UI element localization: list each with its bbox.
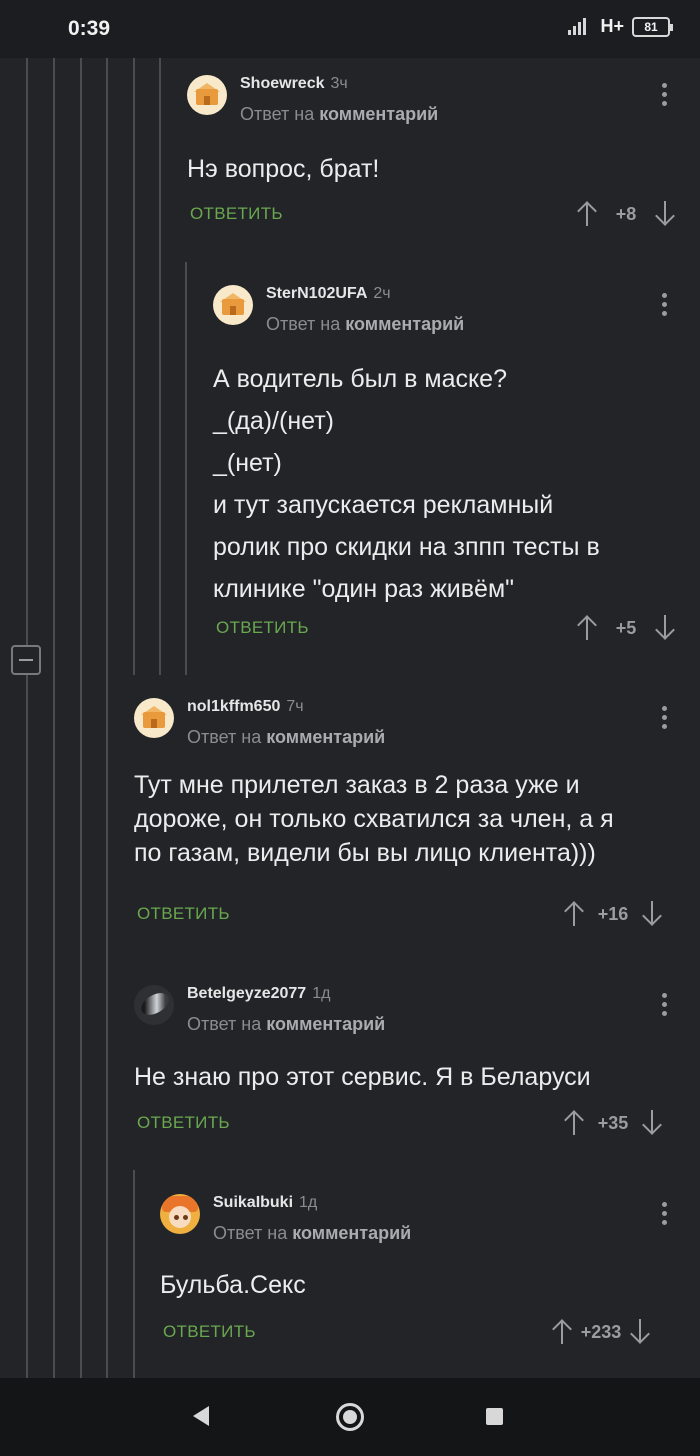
reply-to-line: Ответ на комментарий [240,104,439,124]
comment: Shoewreck 3ч Ответ на комментарий Нэ вопр… [187,75,687,235]
more-vertical-icon[interactable] [662,293,668,319]
avatar[interactable] [160,1194,200,1234]
vote-controls: +5 [575,615,677,641]
more-vertical-icon[interactable] [662,993,668,1019]
more-vertical-icon[interactable] [662,83,668,109]
reply-target-link[interactable]: комментарий [319,104,438,124]
thread-line[interactable] [133,1170,135,1378]
thread-line[interactable] [133,58,135,675]
arrow-down-icon[interactable] [640,901,664,927]
username[interactable]: Betelgeyze2077 1д [187,985,330,1003]
score: +5 [615,617,637,638]
arrow-down-icon[interactable] [653,201,677,227]
avatar[interactable] [187,75,227,115]
status-time: 0:39 [68,17,111,40]
vote-controls: +233 [550,1319,652,1345]
thread-line[interactable] [26,675,28,1378]
reply-button[interactable]: ОТВЕТИТЬ [137,1113,230,1133]
username[interactable]: Shoewreck 3ч [240,75,348,93]
reply-to-line: Ответ на комментарий [266,314,465,334]
username[interactable]: nol1kffm650 7ч [187,698,304,716]
comment-time: 1д [312,985,331,1002]
username[interactable]: SterN102UFA 2ч [266,285,391,303]
reply-target-link[interactable]: комментарий [345,314,464,334]
more-vertical-icon[interactable] [662,1202,668,1228]
score: +35 [597,1112,629,1133]
thread-line[interactable] [26,58,28,645]
avatar[interactable] [134,985,174,1025]
comment-text: Бульба.Секс [160,1271,306,1299]
reply-button[interactable]: ОТВЕТИТЬ [137,904,230,924]
reply-button[interactable]: ОТВЕТИТЬ [216,618,309,638]
thread-line[interactable] [185,262,187,675]
reply-target-link[interactable]: комментарий [266,727,385,747]
arrow-up-icon[interactable] [562,1110,586,1136]
recent-apps-icon[interactable] [486,1408,503,1425]
arrow-up-icon[interactable] [575,615,599,641]
arrow-down-icon[interactable] [653,615,677,641]
comment-text: А водитель был в маске? _(да)/(нет) _(не… [213,365,600,603]
comment-time: 7ч [286,698,304,715]
score: +16 [597,903,629,924]
comment: Betelgeyze2077 1д Ответ на комментарий Не… [134,985,687,1145]
vote-controls: +35 [562,1110,664,1136]
thread-line[interactable] [159,58,161,675]
status-indicators: H+ 81 [568,16,673,37]
reply-button[interactable]: ОТВЕТИТЬ [163,1322,256,1342]
status-bar: 0:39 H+ 81 [0,0,700,58]
comment-text: Нэ вопрос, брат! [187,155,380,183]
comment-time: 3ч [330,75,348,92]
comment-time: 1д [299,1194,318,1211]
arrow-up-icon[interactable] [562,901,586,927]
comment: SterN102UFA 2ч Ответ на комментарий А вод… [213,285,687,655]
reply-target-link[interactable]: комментарий [266,1014,385,1034]
avatar[interactable] [213,285,253,325]
reply-to-line: Ответ на комментарий [187,727,386,747]
back-icon[interactable] [193,1406,209,1426]
comment-time: 2ч [373,285,391,302]
score: +233 [580,1321,622,1342]
system-navigation-bar [0,1378,700,1456]
reply-button[interactable]: ОТВЕТИТЬ [190,204,283,224]
avatar[interactable] [134,698,174,738]
battery-icon: 81 [632,16,673,37]
vote-controls: +16 [562,901,664,927]
thread-line[interactable] [80,58,82,1378]
comment: nol1kffm650 7ч Ответ на комментарий Тут м… [134,698,687,938]
comment-text: Не знаю про этот сервис. Я в Беларуси [134,1063,591,1091]
arrow-up-icon[interactable] [575,201,599,227]
score: +8 [615,203,637,224]
thread-line[interactable] [106,58,108,1378]
more-vertical-icon[interactable] [662,706,668,732]
collapse-thread-button[interactable] [11,645,41,675]
username[interactable]: SuikaIbuki 1д [213,1194,317,1212]
reply-to-line: Ответ на комментарий [213,1223,412,1243]
reply-target-link[interactable]: комментарий [292,1223,411,1243]
thread-line[interactable] [53,58,55,1378]
vote-controls: +8 [575,201,677,227]
signal-icon [568,17,592,37]
arrow-down-icon[interactable] [628,1319,652,1345]
network-type: H+ [600,16,624,36]
arrow-down-icon[interactable] [640,1110,664,1136]
reply-to-line: Ответ на комментарий [187,1014,386,1034]
comment-text: Тут мне прилетел заказ в 2 раза уже и до… [134,771,614,867]
comment: SuikaIbuki 1д Ответ на комментарий Бульба… [160,1194,687,1354]
arrow-up-icon[interactable] [550,1319,574,1345]
home-icon[interactable] [336,1403,364,1431]
